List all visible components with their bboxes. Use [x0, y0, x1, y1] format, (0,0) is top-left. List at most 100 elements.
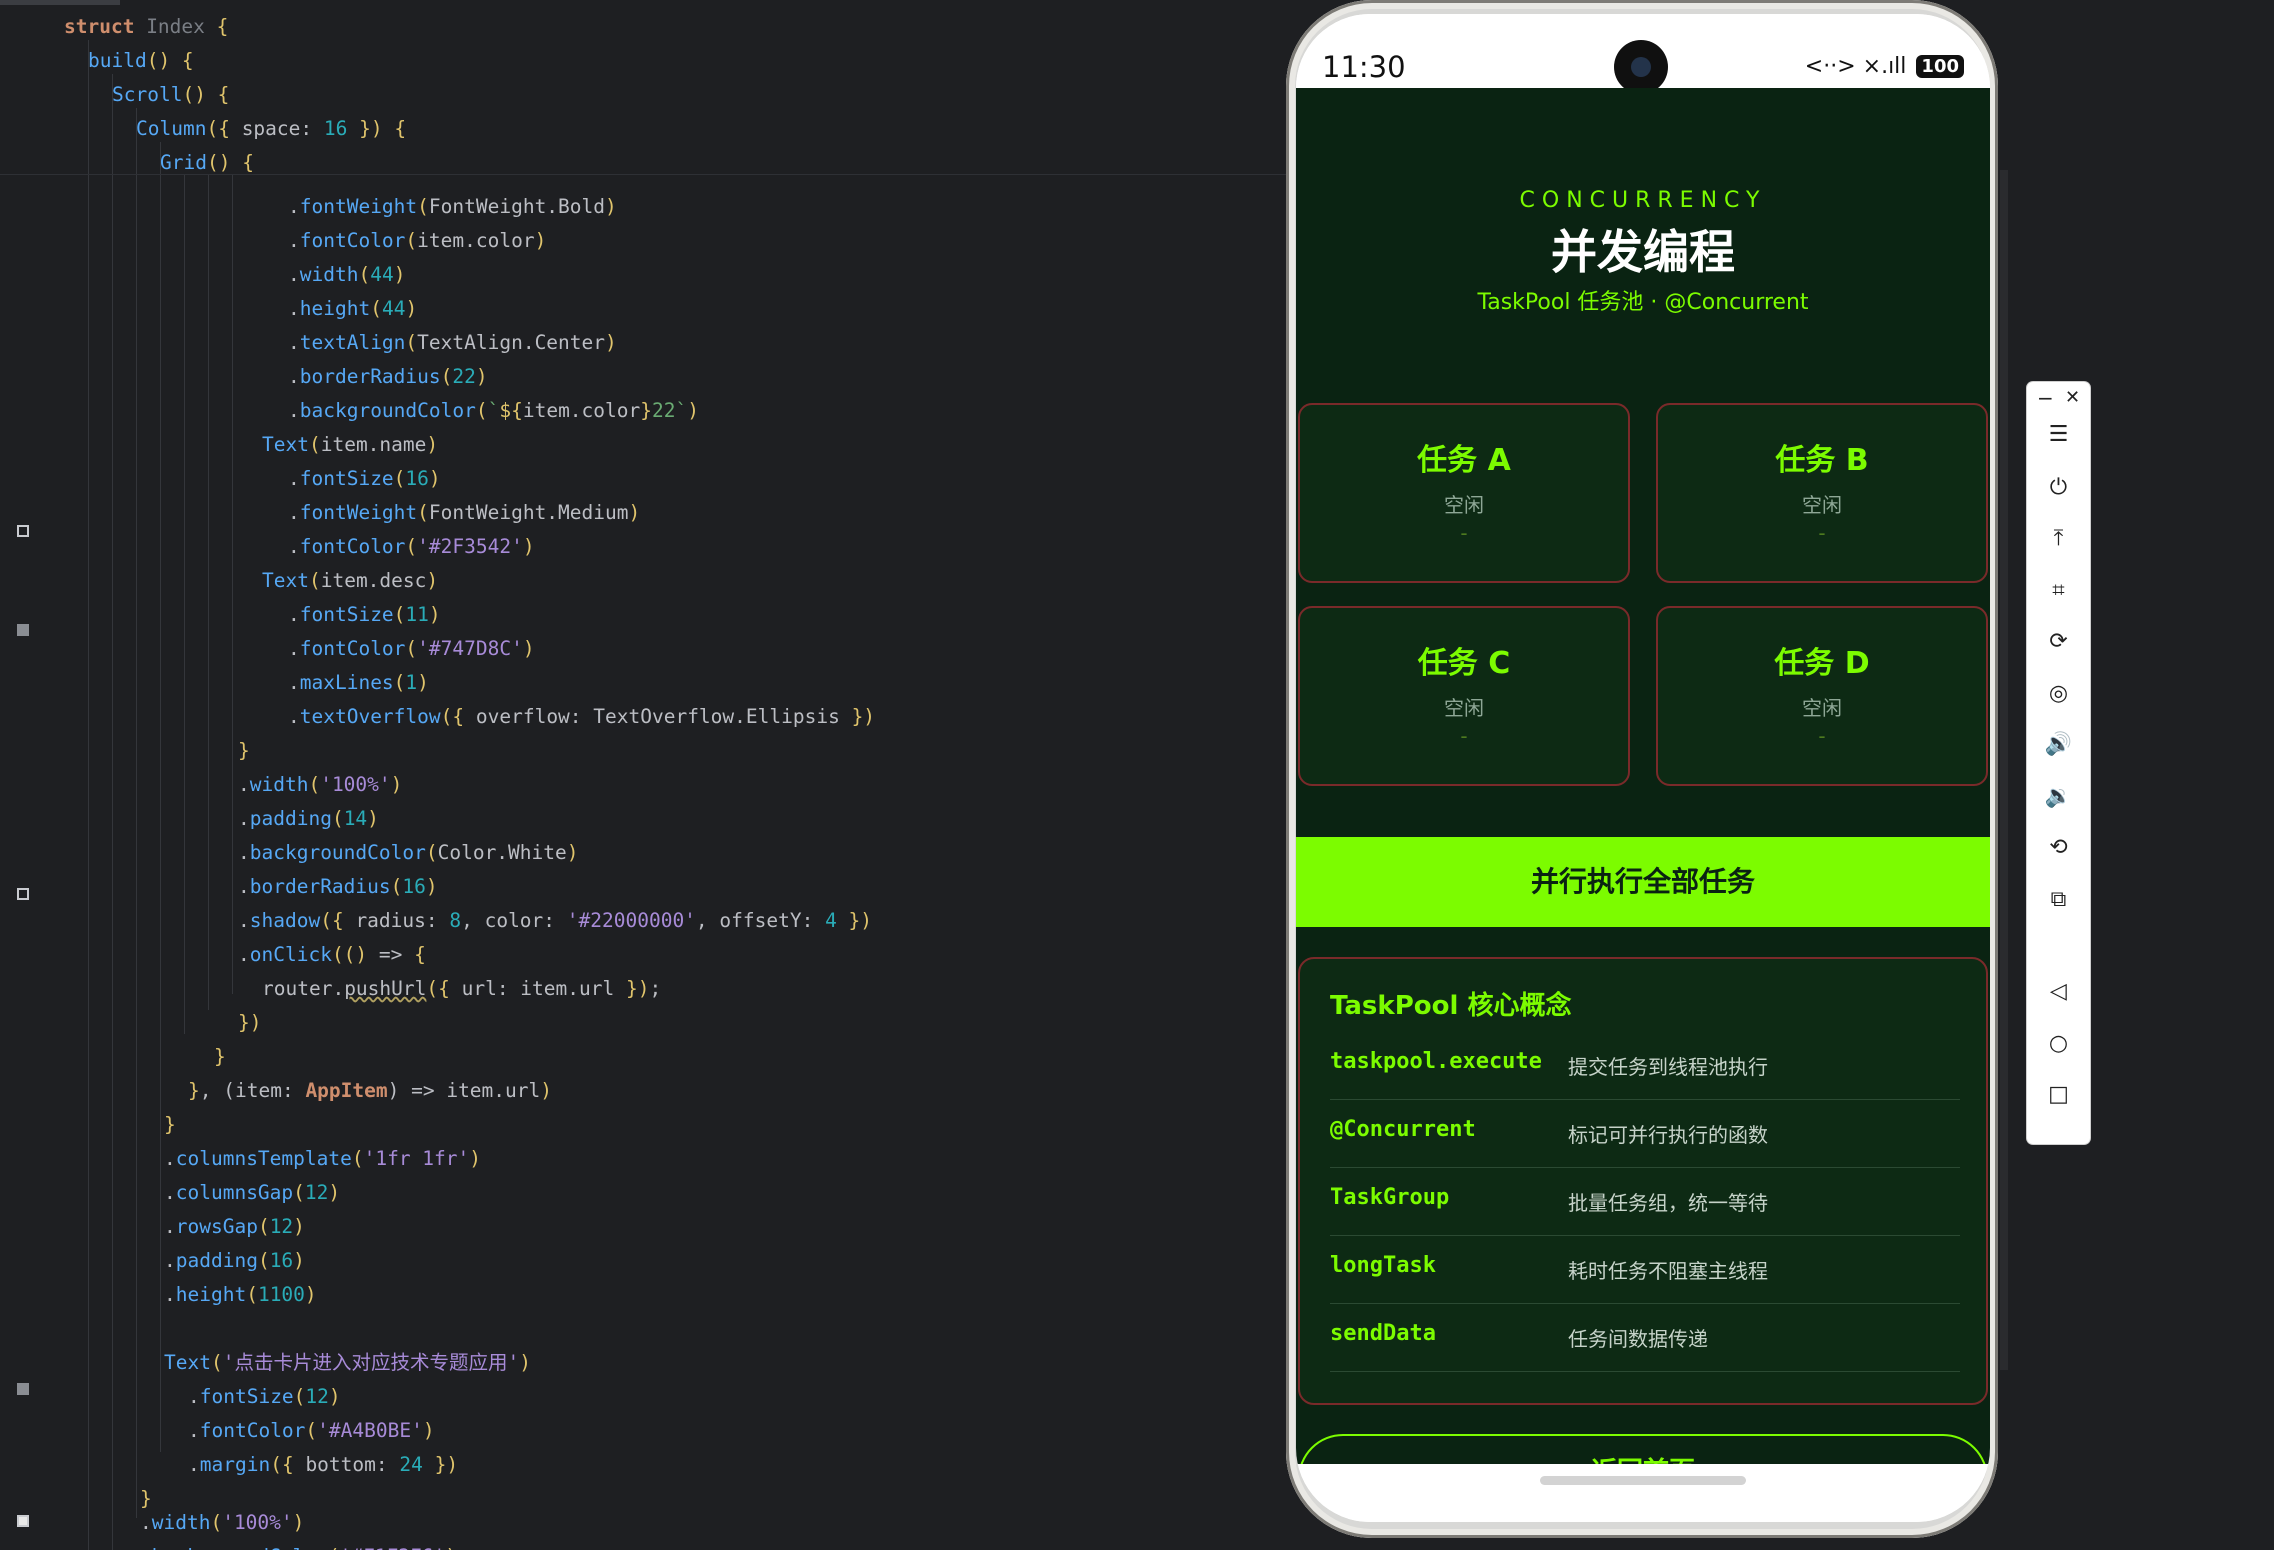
code-token: () { — [206, 151, 254, 174]
back-home-button[interactable]: 返回首页 — [1298, 1434, 1988, 1464]
recents-icon[interactable]: □ — [2027, 1075, 2090, 1115]
code-line[interactable]: .columnsTemplate('1fr 1fr') — [164, 1142, 481, 1175]
concept-key: longTask — [1330, 1253, 1436, 1278]
code-line[interactable]: .fontColor('#2F3542') — [288, 530, 535, 563]
location-icon[interactable]: ◎ — [2027, 674, 2090, 714]
gutter-color-swatch[interactable] — [17, 525, 29, 537]
code-token: ) — [445, 1545, 457, 1550]
code-token: onClick — [249, 943, 332, 966]
code-line[interactable]: .fontSize(16) — [288, 462, 441, 495]
code-token: maxLines — [299, 671, 394, 694]
rotate-icon[interactable]: ⟳ — [2027, 622, 2090, 662]
app-content[interactable]: CONCURRENCY 并发编程 TaskPool 任务池 · @Concurr… — [1296, 88, 1990, 1464]
code-token: Text — [164, 1351, 211, 1374]
power-icon[interactable]: ⏻ — [2027, 468, 2090, 508]
code-line[interactable]: .backgroundColor('#F1F2F6') — [140, 1540, 457, 1550]
home-icon[interactable]: ○ — [2027, 1024, 2090, 1064]
gutter-color-swatch[interactable] — [17, 888, 29, 900]
run-all-tasks-button[interactable]: 并行执行全部任务 — [1296, 837, 1990, 927]
code-line[interactable]: .fontColor('#A4B0BE') — [188, 1414, 435, 1447]
code-token: ) — [475, 365, 488, 388]
gutter-color-swatch[interactable] — [17, 1383, 29, 1395]
code-line[interactable]: .width(44) — [288, 258, 405, 291]
code-line[interactable]: .textOverflow({ overflow: TextOverflow.E… — [288, 700, 875, 733]
home-indicator[interactable] — [1540, 1476, 1746, 1485]
code-line[interactable]: .fontSize(11) — [288, 598, 441, 631]
task-card-a[interactable]: 任务 A 空闲 - — [1298, 403, 1630, 583]
code-line[interactable]: .onClick(() => { — [238, 938, 426, 971]
code-token: '#747D8C' — [417, 637, 523, 660]
code-line[interactable]: .columnsGap(12) — [164, 1176, 340, 1209]
code-line[interactable]: }) — [238, 1006, 261, 1039]
menu-icon[interactable]: ☰ — [2027, 415, 2090, 455]
volume-up-icon[interactable]: 🔊 — [2027, 725, 2090, 765]
code-line[interactable]: .fontColor(item.color) — [288, 224, 546, 257]
code-line[interactable]: } — [164, 1108, 176, 1141]
volume-down-icon[interactable]: 🔉 — [2027, 777, 2090, 817]
code-token: ; — [649, 977, 662, 1000]
code-line[interactable]: Text(item.desc) — [262, 564, 438, 597]
code-token: 16 — [402, 875, 426, 898]
minimize-button[interactable]: − — [2037, 386, 2054, 410]
code-token: pushUrl — [344, 977, 427, 1000]
code-line[interactable]: .width('100%') — [140, 1506, 304, 1539]
multi-device-icon[interactable]: ⧉ — [2027, 880, 2090, 920]
task-name: 任务 A — [1417, 443, 1511, 478]
code-line[interactable]: .padding(14) — [238, 802, 379, 835]
gutter-color-swatch[interactable] — [17, 1515, 29, 1527]
code-token: ) => item.url — [387, 1079, 541, 1102]
code-line[interactable]: .rowsGap(12) — [164, 1210, 305, 1243]
code-line[interactable]: } — [238, 734, 250, 767]
code-line[interactable]: }, (item: AppItem) => item.url) — [188, 1074, 552, 1107]
task-card-d[interactable]: 任务 D 空闲 - — [1656, 606, 1988, 786]
code-line[interactable]: .margin({ bottom: 24 }) — [188, 1448, 458, 1481]
code-line[interactable]: struct Index { — [64, 10, 228, 43]
screen-rotate-icon[interactable]: ⟲ — [2027, 828, 2090, 868]
emulator-toolbar: − ✕ ☰ ⏻ ⤒ ⌗ ⟳ ◎ 🔊 🔉 ⟲ ⧉ ◁ ○ □ — [2027, 382, 2090, 1144]
code-token: 24 — [399, 1453, 423, 1476]
code-token: width — [299, 263, 359, 286]
task-card-b[interactable]: 任务 B 空闲 - — [1656, 403, 1988, 583]
code-line[interactable]: .textAlign(TextAlign.Center) — [288, 326, 617, 359]
code-line[interactable]: .fontWeight(FontWeight.Medium) — [288, 496, 640, 529]
code-line[interactable]: Text(item.name) — [262, 428, 438, 461]
code-line[interactable]: .backgroundColor(Color.White) — [238, 836, 579, 869]
code-line[interactable]: .borderRadius(16) — [238, 870, 438, 903]
crop-icon[interactable]: ⌗ — [2027, 571, 2090, 611]
code-token: build — [88, 49, 147, 72]
code-line[interactable]: .width('100%') — [238, 768, 402, 801]
code-line[interactable]: .height(1100) — [164, 1278, 317, 1311]
code-line[interactable]: .fontWeight(FontWeight.Bold) — [288, 190, 617, 223]
code-line[interactable]: .maxLines(1) — [288, 666, 429, 699]
code-token: ( — [308, 773, 321, 796]
code-token: () { — [182, 83, 230, 106]
code-line[interactable]: Text('点击卡片进入对应技术专题应用') — [164, 1346, 531, 1379]
pin-top-icon[interactable]: ⤒ — [2027, 519, 2090, 559]
back-icon[interactable]: ◁ — [2027, 972, 2090, 1012]
code-line[interactable]: .backgroundColor(`${item.color}22`) — [288, 394, 699, 427]
code-line[interactable]: Column({ space: 16 }) { — [136, 112, 406, 145]
code-line[interactable]: .padding(16) — [164, 1244, 305, 1277]
code-line[interactable]: Grid() { — [160, 146, 254, 179]
task-result: - — [1460, 724, 1468, 748]
hero-subtitle: TaskPool 任务池 · @Concurrent — [1477, 290, 1809, 315]
code-line[interactable]: .fontSize(12) — [188, 1380, 341, 1413]
code-line[interactable]: build() { — [88, 44, 194, 77]
phone-screen[interactable]: 11:30 <··> ×.ıll 100 CONCURRENCY 并发编程 Ta… — [1296, 14, 1990, 1522]
code-line[interactable]: } — [214, 1040, 226, 1073]
code-line[interactable]: router.pushUrl({ url: item.url }); — [262, 972, 661, 1005]
code-line[interactable]: .shadow({ radius: 8, color: '#22000000',… — [238, 904, 872, 937]
code-token: columnsGap — [175, 1181, 294, 1204]
task-card-c[interactable]: 任务 C 空闲 - — [1298, 606, 1630, 786]
code-token: }) { — [347, 117, 407, 140]
code-line[interactable]: .height(44) — [288, 292, 417, 325]
code-token: ) — [422, 1419, 435, 1442]
code-line[interactable]: .fontColor('#747D8C') — [288, 632, 535, 665]
gutter-color-swatch[interactable] — [17, 624, 29, 636]
close-button[interactable]: ✕ — [2065, 386, 2080, 410]
code-token: ( — [293, 1181, 305, 1204]
code-token: Index — [146, 15, 217, 38]
code-line[interactable]: Scroll() { — [112, 78, 229, 111]
code-editor[interactable]: struct Index {build() {Scroll() {Column(… — [0, 0, 1290, 1550]
code-line[interactable]: .borderRadius(22) — [288, 360, 488, 393]
